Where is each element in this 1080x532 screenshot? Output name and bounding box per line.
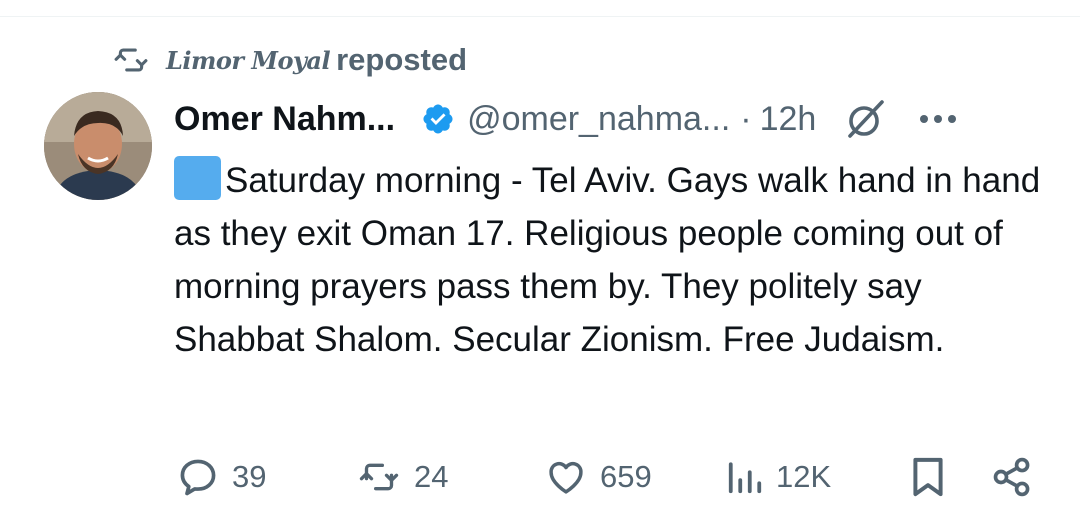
reply-button[interactable]: 39 — [176, 452, 266, 502]
tweet-header: Omer Nahm... @omer_nahma... · 12h — [174, 95, 1054, 143]
heart-icon — [549, 461, 583, 494]
bookmark-icon — [913, 457, 943, 497]
tweet-text-content: Saturday morning - Tel Aviv. Gays walk h… — [174, 161, 1041, 359]
action-bar: 39 24 659 12K — [0, 452, 1080, 502]
avatar[interactable] — [44, 92, 152, 200]
like-button[interactable]: 659 — [544, 452, 652, 502]
repost-count: 24 — [414, 459, 449, 494]
bookmark-button[interactable] — [910, 452, 946, 502]
views-icon — [728, 462, 762, 494]
share-icon — [993, 457, 1030, 497]
views-button[interactable]: 12K — [726, 452, 831, 502]
tweet-text: Saturday morning - Tel Aviv. Gays walk h… — [174, 154, 1054, 366]
verified-badge-icon[interactable] — [421, 102, 455, 136]
separator-dot: · — [740, 99, 752, 138]
author-name[interactable]: Omer Nahm... — [174, 100, 395, 139]
author-handle[interactable]: @omer_nahma... — [467, 100, 730, 139]
views-count: 12K — [776, 459, 832, 494]
repost-context[interactable]: Limor Moyal reposted — [110, 40, 467, 80]
top-divider — [0, 16, 1080, 17]
blue-square-emoji — [174, 156, 221, 200]
avatar-photo — [44, 92, 152, 200]
timestamp[interactable]: 12h — [760, 100, 817, 139]
reply-icon — [180, 459, 216, 496]
like-count: 659 — [600, 459, 652, 494]
repost-icon — [114, 48, 148, 72]
share-button[interactable] — [990, 452, 1034, 502]
reposted-label: reposted — [336, 42, 468, 77]
reposter-name[interactable]: Limor Moyal — [166, 46, 331, 75]
grok-icon[interactable] — [842, 96, 888, 142]
more-icon[interactable] — [918, 113, 958, 125]
repost-button[interactable]: 24 — [356, 452, 448, 502]
reply-count: 39 — [232, 459, 267, 494]
repost-action-icon — [359, 463, 399, 491]
